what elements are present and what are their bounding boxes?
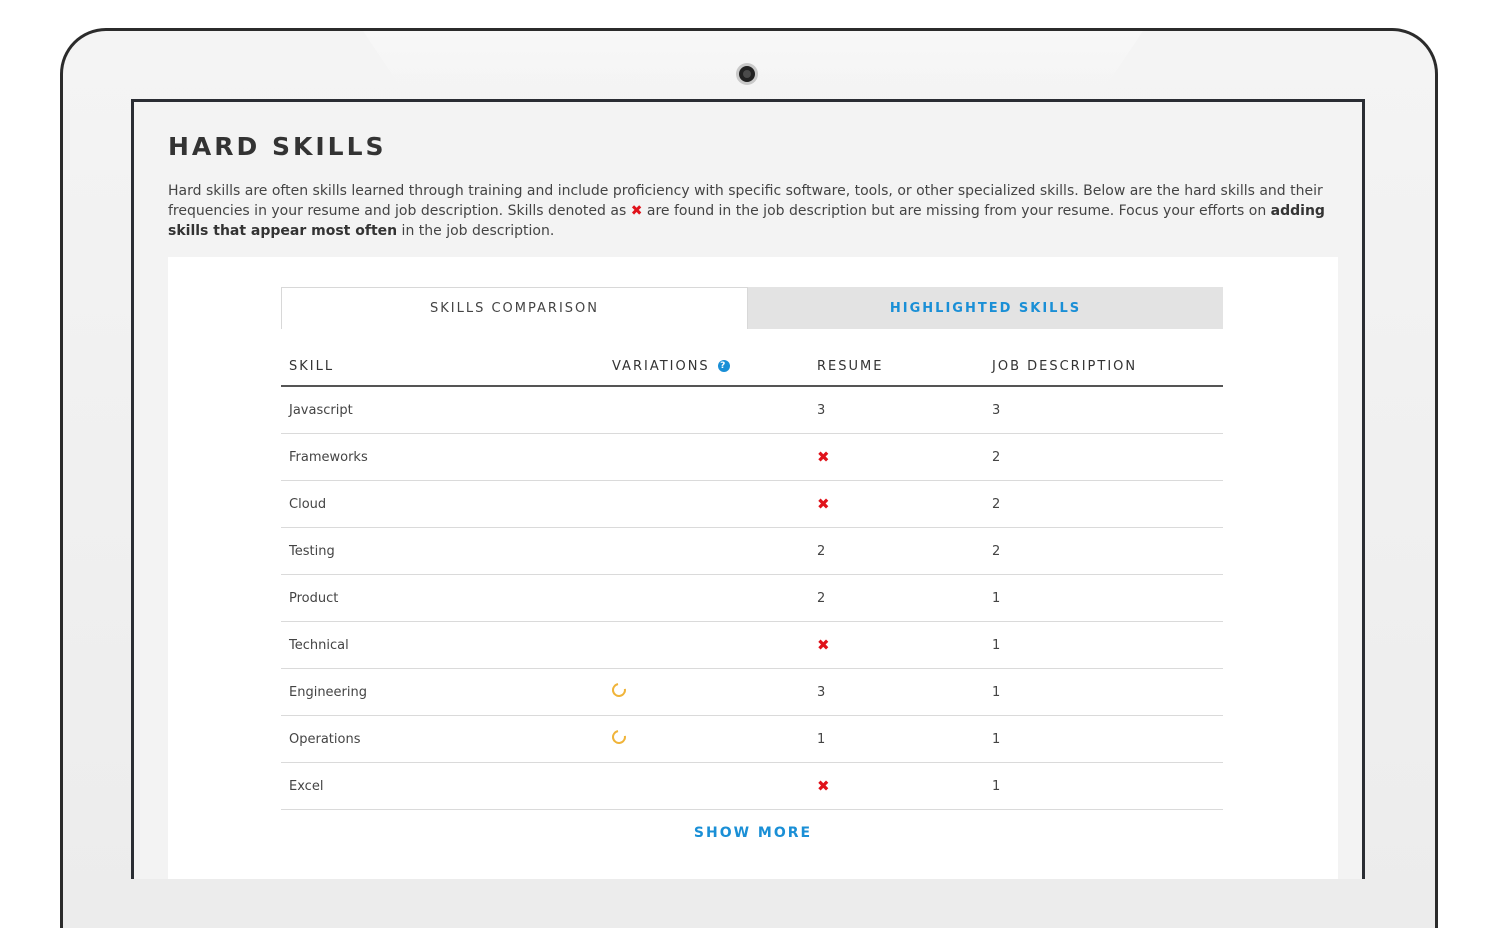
variation-cell: [604, 715, 809, 763]
job-description-count: 1: [984, 574, 1223, 622]
skill-link[interactable]: Technical: [281, 621, 604, 669]
job-description-count: 1: [984, 621, 1223, 669]
bezel-glare: [363, 31, 1143, 101]
skills-tabs: SKILLS COMPARISON HIGHLIGHTED SKILLS: [281, 287, 1223, 329]
webcam-icon: [739, 66, 755, 82]
table-row: Cloud ✖ 2: [281, 480, 1223, 528]
header-variations: VARIATIONS?: [604, 347, 809, 387]
desc-text-3: in the job description.: [397, 223, 555, 239]
header-resume: RESUME: [809, 347, 984, 387]
variation-cell: [604, 527, 809, 575]
missing-x-icon: ✖: [817, 448, 830, 466]
tab-highlighted-skills[interactable]: HIGHLIGHTED SKILLS: [748, 287, 1223, 329]
resume-count: 3: [809, 386, 984, 434]
variation-cell: [604, 433, 809, 481]
header-job-label: JOB DESCRIPTION: [992, 358, 1138, 374]
table-row: Javascript 3 3: [281, 386, 1223, 434]
header-resume-label: RESUME: [817, 358, 884, 374]
job-description-count: 3: [984, 386, 1223, 434]
hard-skills-section: HARD SKILLS Hard skills are often skills…: [168, 132, 1338, 241]
tab-skills-comparison[interactable]: SKILLS COMPARISON: [281, 287, 748, 329]
missing-x-icon: ✖: [630, 203, 643, 219]
variation-cell: [604, 668, 809, 716]
header-skill: SKILL: [281, 347, 604, 387]
help-icon[interactable]: ?: [717, 360, 730, 372]
table-header-row: SKILL VARIATIONS? RESUME JOB DESCRIPTION: [281, 347, 1223, 387]
table-row: Product 2 1: [281, 574, 1223, 622]
resume-count: 2: [809, 527, 984, 575]
skill-link[interactable]: Testing: [281, 527, 604, 575]
resume-count: ✖: [809, 762, 984, 810]
laptop-screen: HARD SKILLS Hard skills are often skills…: [131, 99, 1365, 879]
resume-count: 3: [809, 668, 984, 716]
skill-link[interactable]: Javascript: [281, 386, 604, 434]
table-row: Technical ✖ 1: [281, 621, 1223, 669]
show-more-button[interactable]: SHOW MORE: [168, 825, 1338, 841]
job-description-count: 1: [984, 668, 1223, 716]
missing-x-icon: ✖: [817, 777, 830, 795]
resume-count: ✖: [809, 480, 984, 528]
desc-text-2: are found in the job description but are…: [642, 203, 1271, 219]
skill-link[interactable]: Frameworks: [281, 433, 604, 481]
resume-count: 1: [809, 715, 984, 763]
missing-x-icon: ✖: [817, 495, 830, 513]
job-description-count: 2: [984, 433, 1223, 481]
header-job-description: JOB DESCRIPTION: [984, 347, 1223, 387]
missing-x-icon: ✖: [817, 636, 830, 654]
table-row: Operations 1 1: [281, 715, 1223, 763]
table-row: Testing 2 2: [281, 527, 1223, 575]
variation-cell: [604, 386, 809, 434]
table-row: Excel ✖ 1: [281, 762, 1223, 810]
resume-count: ✖: [809, 621, 984, 669]
skills-table: SKILL VARIATIONS? RESUME JOB DESCRIPTION…: [281, 347, 1223, 810]
skill-link[interactable]: Excel: [281, 762, 604, 810]
section-description: Hard skills are often skills learned thr…: [168, 181, 1338, 241]
variation-cell: [604, 621, 809, 669]
section-title: HARD SKILLS: [168, 132, 387, 161]
resume-count: 2: [809, 574, 984, 622]
variation-loading-icon[interactable]: [609, 680, 629, 700]
variation-cell: [604, 574, 809, 622]
skill-link[interactable]: Cloud: [281, 480, 604, 528]
job-description-count: 2: [984, 527, 1223, 575]
header-variations-label: VARIATIONS: [612, 358, 710, 374]
variation-cell: [604, 480, 809, 528]
table-row: Engineering 3 1: [281, 668, 1223, 716]
skills-card: SKILLS COMPARISON HIGHLIGHTED SKILLS SKI…: [168, 257, 1338, 879]
job-description-count: 1: [984, 762, 1223, 810]
variation-loading-icon[interactable]: [609, 727, 629, 747]
job-description-count: 2: [984, 480, 1223, 528]
variation-cell: [604, 762, 809, 810]
skill-link[interactable]: Engineering: [281, 668, 604, 716]
header-skill-label: SKILL: [289, 358, 335, 374]
skills-table-body: Javascript 3 3 Frameworks ✖ 2 Cloud ✖ 2 Testing 2 2…: [281, 386, 1223, 810]
resume-count: ✖: [809, 433, 984, 481]
skill-link[interactable]: Operations: [281, 715, 604, 763]
job-description-count: 1: [984, 715, 1223, 763]
table-row: Frameworks ✖ 2: [281, 433, 1223, 481]
skill-link[interactable]: Product: [281, 574, 604, 622]
